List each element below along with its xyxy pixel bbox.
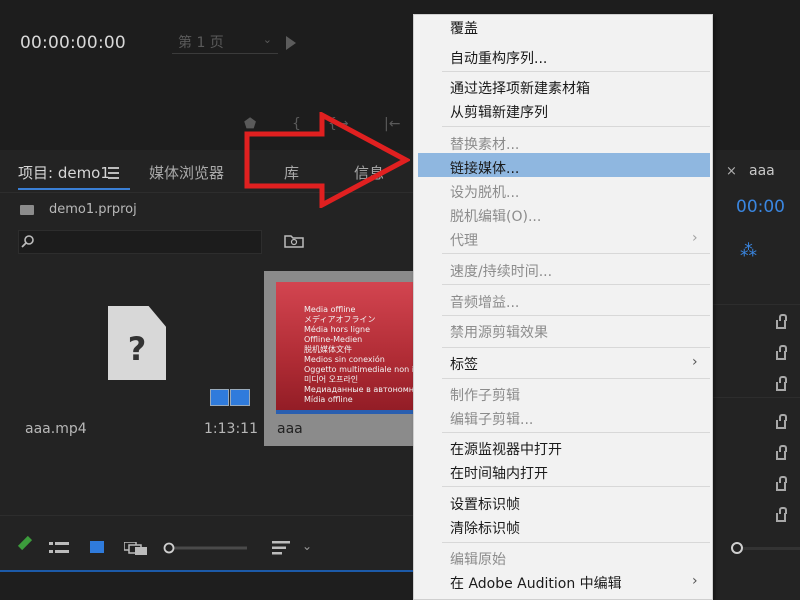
timeline-timecode[interactable]: 00:00	[736, 197, 785, 217]
monitor-timecode[interactable]: 00:00:00:00	[20, 33, 126, 53]
menu-separator	[442, 486, 710, 487]
timeline-panel	[713, 150, 800, 600]
menu-item: 制作子剪辑	[450, 388, 520, 404]
active-tab-indicator	[18, 188, 130, 190]
arrow-annotation-icon	[244, 112, 410, 208]
status-strip	[0, 572, 420, 600]
menu-separator	[442, 378, 710, 379]
item-name: aaa.mp4	[25, 421, 87, 437]
close-icon[interactable]: ×	[726, 164, 737, 179]
search-icon	[21, 235, 34, 248]
lock-icon[interactable]	[776, 414, 787, 429]
submenu-arrow-icon: ›	[692, 573, 698, 589]
menu-item: 脱机编辑(O)...	[450, 209, 542, 225]
menu-separator	[442, 347, 710, 348]
submenu-arrow-icon: ›	[692, 354, 698, 370]
menu-item[interactable]: 标签	[450, 354, 478, 374]
zoom-slider[interactable]	[163, 542, 249, 554]
menu-item: 替换素材...	[450, 137, 520, 153]
question-mark-icon: ?	[127, 330, 147, 368]
menu-item[interactable]: 通过选择项新建素材箱	[450, 78, 590, 98]
search-input[interactable]	[18, 230, 262, 254]
menu-item[interactable]: 从剪辑新建序列	[450, 102, 548, 122]
tab-project[interactable]: 项目: demo1	[18, 162, 110, 183]
track-divider	[713, 397, 800, 398]
play-icon[interactable]	[286, 36, 296, 50]
project-file-name: demo1.prproj	[49, 202, 137, 217]
offline-text-line: Média hors ligne	[304, 325, 371, 334]
page-select-label: 第 1 页	[178, 35, 224, 51]
lock-icon[interactable]	[776, 376, 787, 391]
menu-item[interactable]: 在时间轴内打开	[450, 463, 548, 483]
menu-item[interactable]: 链接媒体...	[450, 158, 519, 178]
offline-text-line: 미디어 오프라인	[304, 375, 359, 384]
menu-separator	[442, 284, 710, 285]
thumbnail-bar	[276, 410, 416, 414]
offline-text-line: メディアオフライン	[304, 315, 376, 324]
offline-text-line: Oggetto multimediale non in linea	[304, 365, 416, 374]
menu-item: 禁用源剪辑效果	[450, 325, 548, 341]
menu-separator	[442, 126, 710, 127]
tab-media-browser[interactable]: 媒体浏览器	[149, 162, 224, 183]
offline-text-line: Offline-Medien	[304, 335, 363, 344]
menu-separator	[442, 253, 710, 254]
icon-view-icon[interactable]	[90, 541, 104, 553]
list-view-icon[interactable]	[49, 542, 69, 554]
sort-icon[interactable]	[272, 541, 290, 555]
menu-separator	[442, 71, 710, 72]
menu-item[interactable]: 在源监视器中打开	[450, 439, 562, 459]
menu-item: 速度/持续时间...	[450, 264, 553, 280]
offline-text-list: Media offline メディアオフライン Média hors ligne Of…	[304, 305, 416, 405]
menu-separator	[442, 542, 710, 543]
video-badge-icon	[210, 389, 229, 406]
offline-text-line: Медиаданные в автономном режиме	[304, 385, 416, 394]
submenu-arrow-icon: ›	[692, 230, 698, 246]
tab-sequence[interactable]: aaa	[749, 163, 775, 179]
offline-text-line: 脱机媒体文件	[304, 345, 352, 354]
chevron-down-icon: ⌄	[262, 33, 272, 46]
menu-item[interactable]: 清除标识帧	[450, 518, 520, 538]
item-duration: 1:13:11	[204, 421, 258, 437]
lock-icon[interactable]	[776, 314, 787, 329]
track-divider	[713, 304, 800, 305]
panel-menu-icon[interactable]	[108, 167, 119, 182]
menu-item[interactable]: 覆盖	[450, 18, 478, 38]
menu-item: 编辑子剪辑...	[450, 412, 534, 428]
lock-icon[interactable]	[776, 445, 787, 460]
new-bin-icon[interactable]	[284, 234, 304, 248]
folder-icon	[20, 205, 34, 215]
menu-item[interactable]: 在 Adobe Audition 中编辑	[450, 573, 622, 593]
offline-text-line: Mídia offline	[304, 395, 353, 404]
offline-text-line: Media offline	[304, 305, 356, 314]
page-select[interactable]: 第 1 页 ⌄	[172, 32, 278, 54]
lock-icon[interactable]	[776, 476, 787, 491]
menu-item: 编辑原始	[450, 552, 506, 568]
menu-item: 代理	[450, 233, 478, 249]
item-name: aaa	[277, 421, 303, 437]
lock-icon[interactable]	[776, 345, 787, 360]
freeform-view-icon[interactable]	[124, 542, 148, 555]
audio-badge-icon	[230, 389, 250, 406]
lock-icon[interactable]	[776, 507, 787, 522]
menu-item: 设为脱机...	[450, 185, 520, 201]
menu-separator	[442, 315, 710, 316]
chevron-down-icon[interactable]: ⌄	[302, 539, 312, 553]
offline-text-line: Medios sin conexión	[304, 355, 385, 364]
menu-separator	[442, 432, 710, 433]
menu-item[interactable]: 自动重构序列...	[450, 48, 547, 68]
timeline-zoom-knob[interactable]	[731, 542, 743, 554]
menu-item: 音频增益...	[450, 295, 520, 311]
snap-icon[interactable]: ⁂	[740, 241, 757, 261]
menu-item[interactable]: 设置标识帧	[450, 494, 520, 514]
timeline-zoom-track[interactable]	[743, 547, 800, 550]
